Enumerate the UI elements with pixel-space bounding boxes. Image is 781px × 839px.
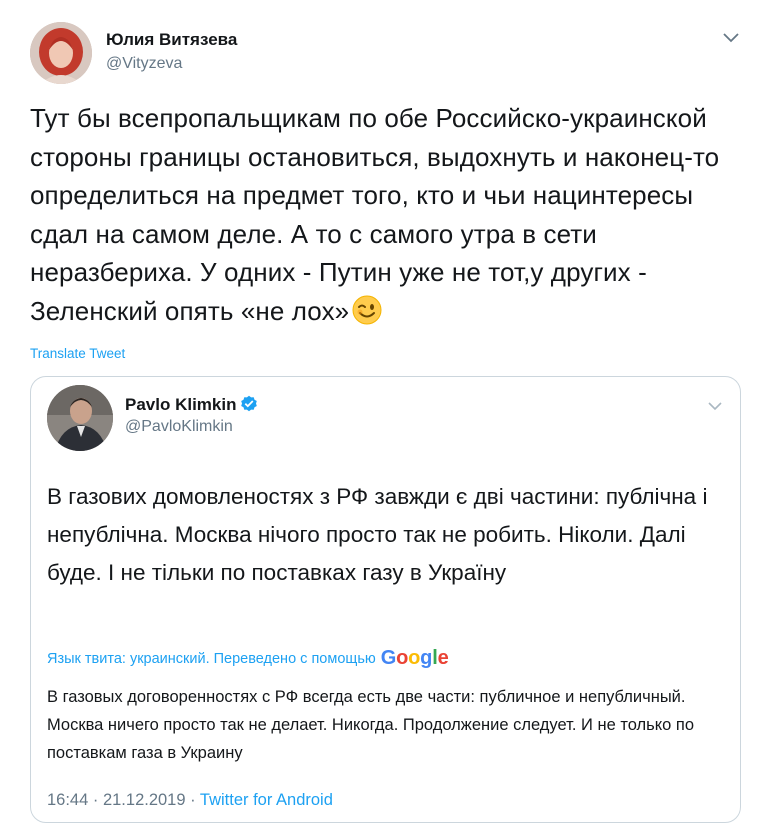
timestamp[interactable]: 16:44 · 21.12.2019 · bbox=[47, 791, 196, 809]
source-link[interactable]: Twitter for Android bbox=[200, 791, 333, 809]
winking-face-icon bbox=[351, 294, 383, 326]
chevron-down-icon[interactable] bbox=[706, 400, 724, 412]
google-logo: Google bbox=[381, 647, 449, 670]
quoted-avatar[interactable] bbox=[47, 385, 113, 451]
google-logo-letter: g bbox=[420, 647, 433, 669]
quoted-name-text: Pavlo Klimkin bbox=[125, 395, 237, 414]
quoted-tweet-text: В газових домовленостях з РФ завжди є дв… bbox=[47, 484, 708, 585]
quoted-author-name[interactable]: Pavlo Klimkin bbox=[125, 395, 258, 415]
google-logo-letter: o bbox=[408, 647, 421, 669]
translate-tweet-link[interactable]: Translate Tweet bbox=[30, 346, 125, 361]
google-logo-letter: e bbox=[437, 647, 449, 669]
author-name[interactable]: Юлия Витязева bbox=[106, 30, 237, 50]
chevron-down-icon[interactable] bbox=[721, 30, 741, 44]
avatar[interactable] bbox=[30, 22, 92, 84]
quoted-tweet[interactable]: Pavlo Klimkin @PavloKlimkin В газових до… bbox=[30, 376, 741, 823]
translation-note: Язык твита: украинский. Переведено с пом… bbox=[47, 650, 376, 667]
quoted-author-handle[interactable]: @PavloKlimkin bbox=[125, 418, 233, 436]
author-handle[interactable]: @Vityzeva bbox=[106, 55, 182, 73]
google-logo-letter: o bbox=[396, 647, 409, 669]
google-logo-letter: G bbox=[380, 647, 397, 669]
tweet-meta: 16:44 · 21.12.2019 · Twitter for Android bbox=[47, 791, 333, 810]
translation-attribution: Язык твита: украинский. Переведено с пом… bbox=[47, 647, 449, 670]
tweet: Юлия Витязева @Vityzeva Тут бы всепропал… bbox=[0, 0, 781, 839]
verified-badge-icon bbox=[240, 395, 258, 413]
tweet-text: Тут бы всепропальщикам по обе Российско-… bbox=[30, 99, 730, 330]
tweet-body: Тут бы всепропальщикам по обе Российско-… bbox=[30, 103, 720, 326]
translated-text: В газовых договоренностях с РФ всегда ес… bbox=[47, 688, 695, 762]
